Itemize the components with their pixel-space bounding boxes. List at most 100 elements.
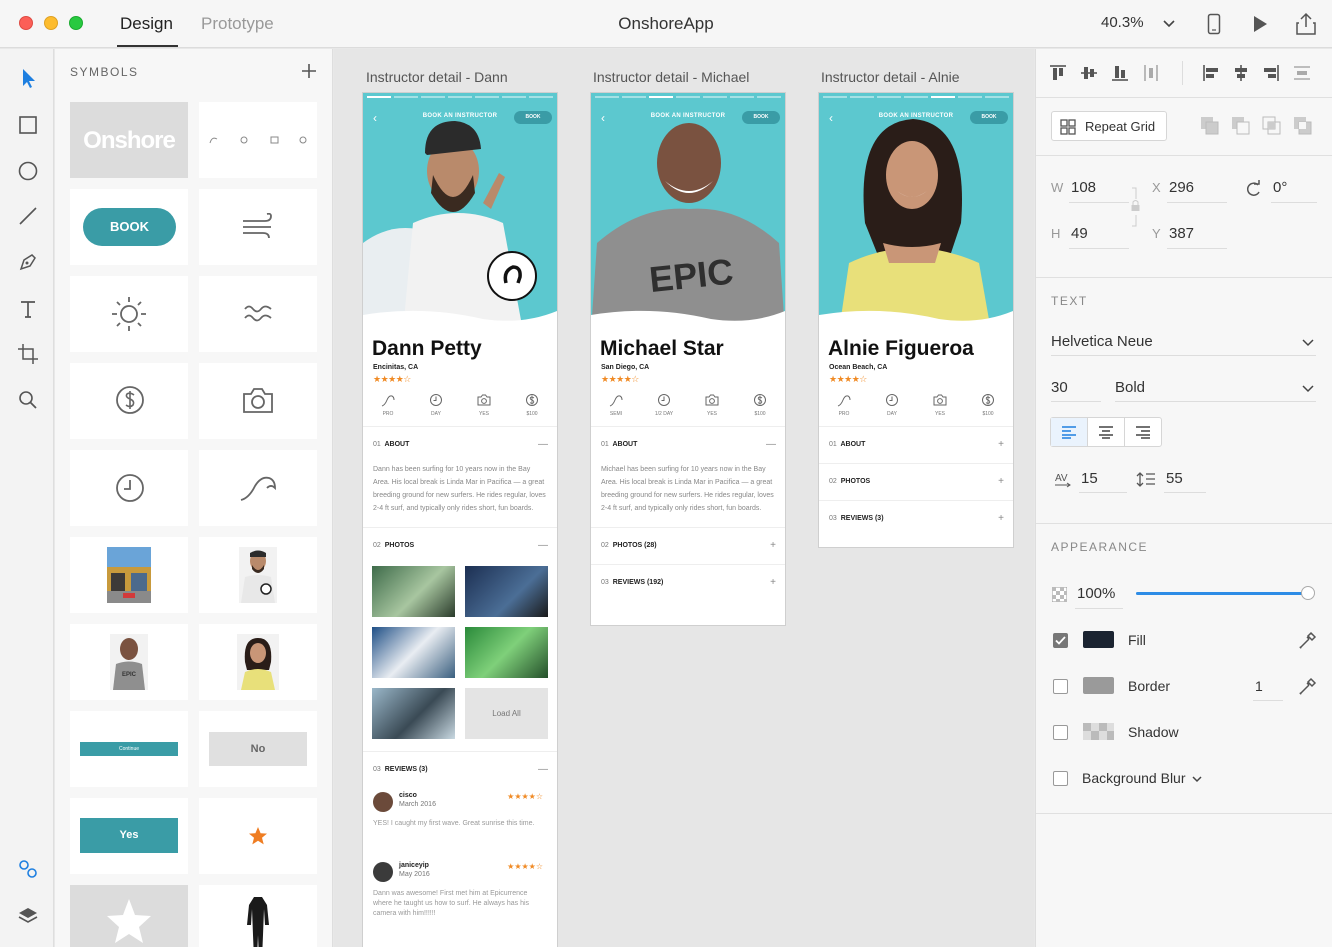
- distribute-horizontal-icon[interactable]: [1142, 64, 1160, 82]
- text-align-center-button[interactable]: [1088, 418, 1125, 446]
- line-spacing-field[interactable]: 55: [1166, 470, 1183, 487]
- expand-icon[interactable]: +: [998, 501, 1004, 537]
- symbol-wetsuit[interactable]: [199, 885, 317, 947]
- distribute-vertical-icon[interactable]: [1293, 64, 1311, 82]
- artboard-dann[interactable]: ‹ BOOK AN INSTRUCTOR BOOK Dann Petty Enc…: [363, 93, 557, 947]
- chevron-down-icon[interactable]: [1163, 17, 1175, 29]
- font-weight-select[interactable]: Bold: [1115, 379, 1145, 396]
- symbol-no-button[interactable]: No: [199, 711, 317, 787]
- symbol-star-icon[interactable]: [199, 798, 317, 874]
- boolean-subtract-icon[interactable]: [1231, 116, 1251, 136]
- surf-photo[interactable]: [465, 627, 548, 678]
- align-top-icon[interactable]: [1049, 64, 1067, 82]
- align-left-icon[interactable]: [1202, 64, 1220, 82]
- artboard-title-michael[interactable]: Instructor detail - Michael: [593, 69, 749, 85]
- text-align-left-button[interactable]: [1051, 418, 1088, 446]
- symbol-star-large[interactable]: [70, 885, 188, 947]
- font-size-field[interactable]: 30: [1051, 379, 1068, 396]
- layers-panel-icon[interactable]: [16, 904, 40, 928]
- about-section[interactable]: 01 ABOUT — Dann has been surfing for 10 …: [363, 427, 557, 528]
- text-tool-icon[interactable]: [16, 297, 40, 321]
- font-family-select[interactable]: Helvetica Neue: [1051, 333, 1153, 350]
- instructor-name[interactable]: Dann Petty: [363, 331, 557, 361]
- symbol-logo[interactable]: Onshore: [70, 102, 188, 178]
- repeat-grid-button[interactable]: Repeat Grid: [1051, 111, 1167, 141]
- expand-icon[interactable]: +: [770, 565, 776, 601]
- share-icon[interactable]: [1295, 12, 1317, 36]
- eyedropper-icon[interactable]: [1298, 630, 1318, 650]
- symbol-camera-icon[interactable]: [199, 363, 317, 439]
- symbol-water-icon[interactable]: [199, 276, 317, 352]
- chevron-down-icon[interactable]: [1191, 773, 1203, 785]
- symbol-wind-icon[interactable]: [199, 189, 317, 265]
- shadow-swatch-icon[interactable]: [1083, 723, 1114, 740]
- shadow-checkbox[interactable]: [1053, 725, 1068, 740]
- collapse-icon[interactable]: —: [538, 427, 548, 463]
- pen-tool-icon[interactable]: [16, 250, 40, 274]
- fill-checkbox[interactable]: [1053, 633, 1068, 648]
- expand-icon[interactable]: +: [770, 528, 776, 564]
- collapse-icon[interactable]: —: [766, 427, 776, 463]
- book-button[interactable]: BOOK: [514, 111, 552, 124]
- width-field[interactable]: 108: [1071, 179, 1096, 196]
- rotation-field[interactable]: 0°: [1273, 179, 1287, 196]
- align-bottom-icon[interactable]: [1111, 64, 1129, 82]
- line-tool-icon[interactable]: [16, 204, 40, 228]
- surf-photo[interactable]: [372, 627, 455, 678]
- x-field[interactable]: 296: [1169, 179, 1194, 196]
- symbol-clock-icon[interactable]: [70, 450, 188, 526]
- photos-section[interactable]: 02 PHOTOS (28) +: [591, 528, 785, 565]
- symbol-continue-button[interactable]: Continue: [70, 711, 188, 787]
- instructor-name[interactable]: Alnie Figueroa: [819, 331, 1013, 361]
- zoom-tool-icon[interactable]: [16, 388, 40, 412]
- artboard-title-alnie[interactable]: Instructor detail - Alnie: [821, 69, 960, 85]
- book-button[interactable]: BOOK: [970, 111, 1008, 124]
- about-section[interactable]: 01 ABOUT +: [819, 427, 1013, 464]
- symbol-sun-icon[interactable]: [70, 276, 188, 352]
- instructor-name[interactable]: Michael Star: [591, 331, 785, 361]
- character-spacing-field[interactable]: 15: [1081, 470, 1098, 487]
- symbol-alnie-photo[interactable]: [199, 624, 317, 700]
- border-checkbox[interactable]: [1053, 679, 1068, 694]
- eyedropper-icon[interactable]: [1298, 676, 1318, 696]
- symbol-storefront-image[interactable]: [70, 537, 188, 613]
- align-middle-icon[interactable]: [1080, 64, 1098, 82]
- symbol-feature-icons[interactable]: [199, 102, 317, 178]
- symbol-book-button[interactable]: BOOK: [70, 189, 188, 265]
- border-color-swatch[interactable]: [1083, 677, 1114, 694]
- opacity-field[interactable]: 100%: [1077, 585, 1115, 602]
- about-section[interactable]: 01 ABOUT — Michael has been surfing for …: [591, 427, 785, 528]
- align-center-icon[interactable]: [1232, 64, 1250, 82]
- ellipse-tool-icon[interactable]: [16, 159, 40, 183]
- border-width-field[interactable]: 1: [1255, 678, 1263, 694]
- boolean-add-icon[interactable]: [1200, 116, 1220, 136]
- text-align-right-button[interactable]: [1125, 418, 1162, 446]
- symbol-wave-icon[interactable]: [199, 450, 317, 526]
- symbol-dann-photo[interactable]: [199, 537, 317, 613]
- play-icon[interactable]: [1251, 15, 1269, 33]
- book-button[interactable]: BOOK: [742, 111, 780, 124]
- reviews-section[interactable]: 03 REVIEWS (3) +: [819, 501, 1013, 537]
- artboard-title-dann[interactable]: Instructor detail - Dann: [366, 69, 508, 85]
- collapse-icon[interactable]: —: [538, 528, 548, 564]
- select-tool-icon[interactable]: [16, 66, 40, 90]
- y-field[interactable]: 387: [1169, 225, 1194, 242]
- symbol-michael-photo[interactable]: EPIC: [70, 624, 188, 700]
- artboard-alnie[interactable]: ‹ BOOK AN INSTRUCTOR BOOK Alnie Figueroa…: [819, 93, 1013, 547]
- artboard-tool-icon[interactable]: [16, 342, 40, 366]
- opacity-slider-thumb[interactable]: [1301, 586, 1315, 600]
- expand-icon[interactable]: +: [998, 427, 1004, 463]
- align-right-icon[interactable]: [1262, 64, 1280, 82]
- design-canvas[interactable]: Instructor detail - Dann Instructor deta…: [334, 49, 1034, 947]
- chevron-down-icon[interactable]: [1302, 382, 1314, 394]
- symbols-panel-icon[interactable]: [16, 857, 40, 881]
- symbol-yes-button[interactable]: Yes: [70, 798, 188, 874]
- rectangle-tool-icon[interactable]: [16, 113, 40, 137]
- photos-section[interactable]: 02 PHOTOS +: [819, 464, 1013, 501]
- boolean-exclude-icon[interactable]: [1293, 116, 1313, 136]
- background-blur-checkbox[interactable]: [1053, 771, 1068, 786]
- fill-color-swatch[interactable]: [1083, 631, 1114, 648]
- surf-photo[interactable]: [372, 566, 455, 617]
- height-field[interactable]: 49: [1071, 225, 1088, 242]
- symbol-dollar-icon[interactable]: [70, 363, 188, 439]
